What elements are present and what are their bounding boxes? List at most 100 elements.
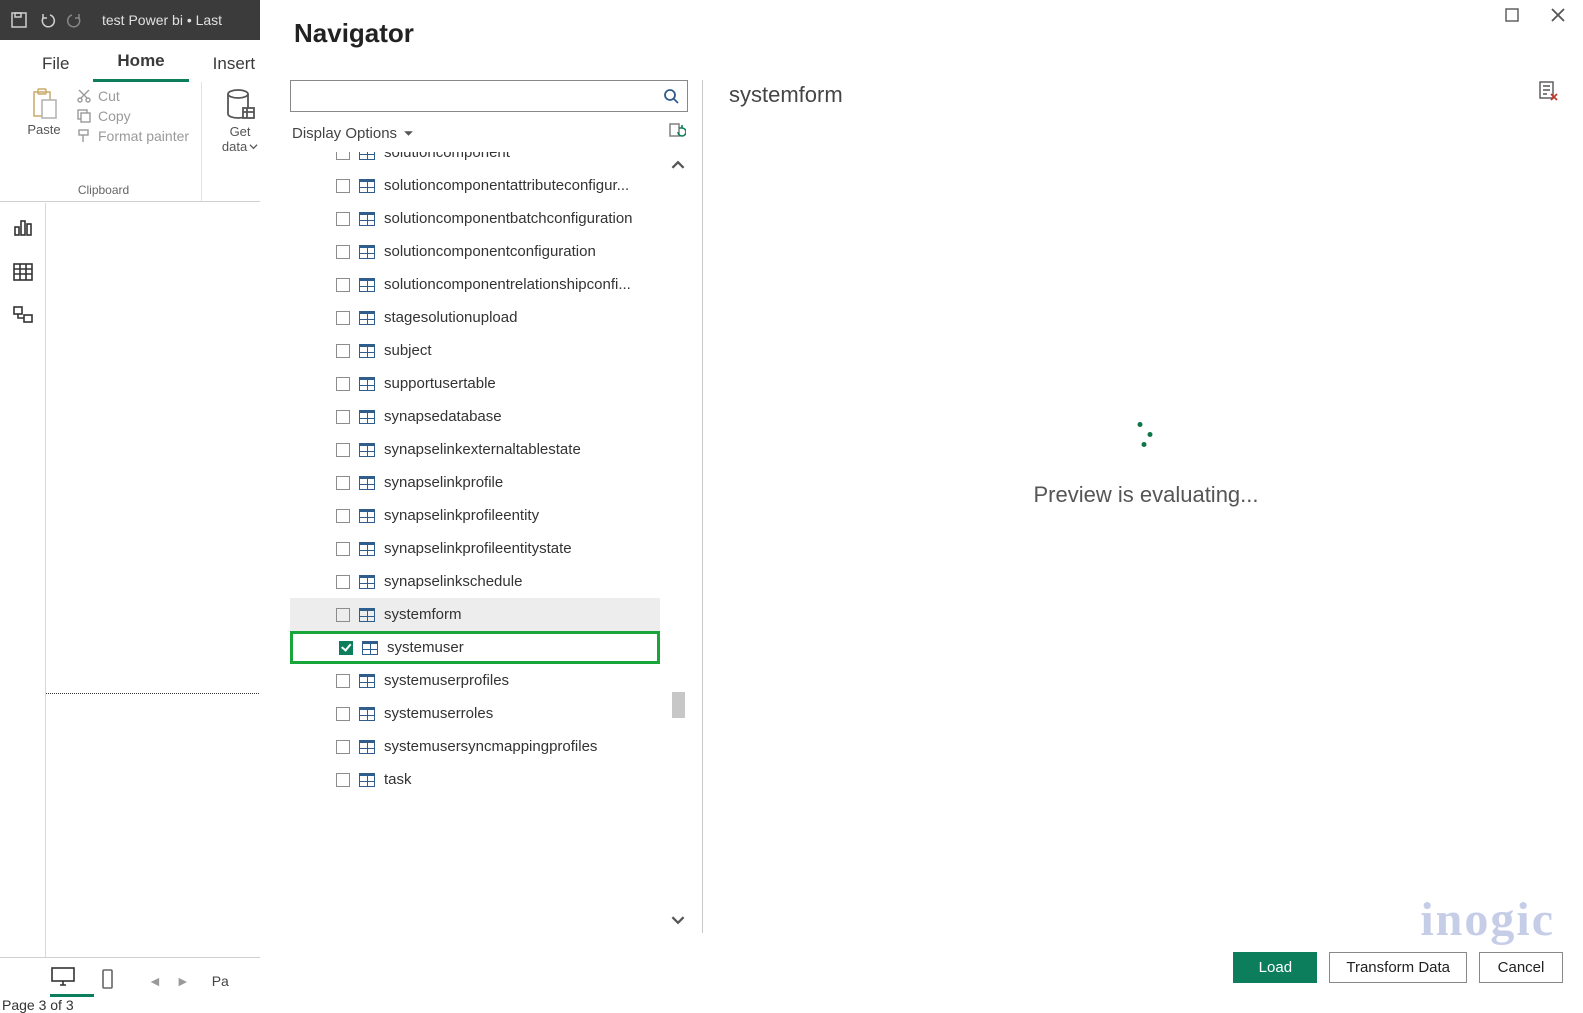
scroll-down-icon[interactable] [671, 913, 685, 927]
checkbox[interactable] [339, 641, 353, 655]
window-title: test Power bi • Last [102, 12, 222, 28]
table-icon [359, 212, 375, 226]
table-row[interactable]: systemuser [290, 631, 660, 664]
table-icon [359, 443, 375, 457]
desktop-layout-icon[interactable] [50, 965, 94, 997]
navigator-title: Navigator [260, 0, 1583, 49]
checkbox[interactable] [336, 245, 350, 259]
table-label: subject [384, 342, 432, 359]
transform-data-button[interactable]: Transform Data [1329, 952, 1467, 983]
table-row[interactable]: systemuserroles [290, 697, 660, 730]
undo-icon[interactable] [38, 11, 56, 29]
table-row[interactable]: synapselinkprofileentitystate [290, 532, 660, 565]
paste-button[interactable]: Paste [18, 88, 70, 137]
copy-button[interactable]: Copy [76, 108, 189, 124]
table-label: task [384, 771, 412, 788]
table-label: synapselinkprofileentitystate [384, 540, 572, 557]
tab-file[interactable]: File [18, 44, 93, 82]
table-row[interactable]: synapselinkprofileentity [290, 499, 660, 532]
search-input[interactable] [291, 81, 655, 111]
cancel-button[interactable]: Cancel [1479, 952, 1563, 983]
cut-button[interactable]: Cut [76, 88, 189, 104]
table-row[interactable]: systemuserprofiles [290, 664, 660, 697]
table-label: systemuserprofiles [384, 672, 509, 689]
table-icon [359, 245, 375, 259]
redo-icon[interactable] [66, 11, 84, 29]
checkbox[interactable] [336, 344, 350, 358]
table-label: synapselinkprofile [384, 474, 503, 491]
table-icon [359, 542, 375, 556]
page-nav-prev-icon[interactable]: ◄ [148, 973, 162, 989]
table-row[interactable]: synapselinkprofile [290, 466, 660, 499]
table-row[interactable]: systemform [290, 598, 660, 631]
tab-home[interactable]: Home [93, 41, 188, 82]
table-icon [359, 773, 375, 787]
table-label: systemuser [387, 639, 464, 656]
refresh-icon[interactable] [668, 122, 686, 144]
table-row[interactable]: systemusersyncmappingprofiles [290, 730, 660, 763]
page-counter: Page 3 of 3 [2, 997, 74, 1013]
checkbox[interactable] [336, 152, 350, 160]
window-restore-icon[interactable] [1503, 6, 1521, 24]
save-icon[interactable] [10, 11, 28, 29]
checkbox[interactable] [336, 740, 350, 754]
preview-loading-text: Preview is evaluating... [1034, 482, 1259, 507]
checkbox[interactable] [336, 674, 350, 688]
checkbox[interactable] [336, 179, 350, 193]
table-label: synapsedatabase [384, 408, 502, 425]
table-row[interactable]: solutioncomponentbatchconfiguration [290, 202, 660, 235]
table-row[interactable]: supportusertable [290, 367, 660, 400]
checkbox[interactable] [336, 773, 350, 787]
loading-spinner-icon [1131, 420, 1161, 450]
model-view-icon[interactable] [12, 305, 34, 327]
load-button[interactable]: Load [1233, 952, 1317, 983]
checkbox[interactable] [336, 476, 350, 490]
table-row[interactable]: synapselinkschedule [290, 565, 660, 598]
checkbox[interactable] [336, 608, 350, 622]
get-data-button[interactable]: Get data [214, 88, 266, 154]
scrollbar-thumb[interactable] [672, 692, 685, 718]
checkbox[interactable] [336, 575, 350, 589]
table-row[interactable]: task [290, 763, 660, 796]
display-options-dropdown[interactable]: Display Options [292, 125, 414, 142]
table-row[interactable]: synapselinkexternaltablestate [290, 433, 660, 466]
search-icon[interactable] [655, 81, 687, 111]
clipboard-group-label: Clipboard [78, 183, 129, 201]
checkbox[interactable] [336, 410, 350, 424]
checkbox[interactable] [336, 278, 350, 292]
checkbox[interactable] [336, 377, 350, 391]
page-nav-next-icon[interactable]: ► [176, 973, 190, 989]
preview-cancel-icon[interactable] [1537, 80, 1559, 102]
page-label-truncated: Pa [212, 973, 229, 989]
scroll-up-icon[interactable] [671, 158, 685, 172]
table-row[interactable]: subject [290, 334, 660, 367]
checkbox[interactable] [336, 311, 350, 325]
table-row[interactable]: solutioncomponentattributeconfigur... [290, 169, 660, 202]
format-painter-button[interactable]: Format painter [76, 128, 189, 144]
checkbox[interactable] [336, 443, 350, 457]
cut-label: Cut [98, 88, 120, 104]
checkbox[interactable] [336, 212, 350, 226]
table-icon [359, 410, 375, 424]
mobile-layout-icon[interactable] [94, 968, 138, 993]
table-icon [359, 377, 375, 391]
table-row[interactable]: synapsedatabase [290, 400, 660, 433]
table-row[interactable]: solutioncomponentconfiguration [290, 235, 660, 268]
report-view-icon[interactable] [12, 217, 34, 239]
table-row[interactable]: solutioncomponentrelationshipconfi... [290, 268, 660, 301]
checkbox[interactable] [336, 509, 350, 523]
window-close-icon[interactable] [1549, 6, 1567, 24]
table-label: synapselinkexternaltablestate [384, 441, 581, 458]
table-icon [359, 152, 375, 160]
data-view-icon[interactable] [12, 261, 34, 283]
table-icon [359, 674, 375, 688]
checkbox[interactable] [336, 542, 350, 556]
table-label: solutioncomponentattributeconfigur... [384, 177, 629, 194]
table-icon [359, 707, 375, 721]
table-row[interactable]: stagesolutionupload [290, 301, 660, 334]
table-row[interactable]: solutioncomponent [290, 152, 660, 169]
table-label: supportusertable [384, 375, 496, 392]
checkbox[interactable] [336, 707, 350, 721]
table-icon [362, 641, 378, 655]
table-label: solutioncomponent [384, 152, 510, 161]
